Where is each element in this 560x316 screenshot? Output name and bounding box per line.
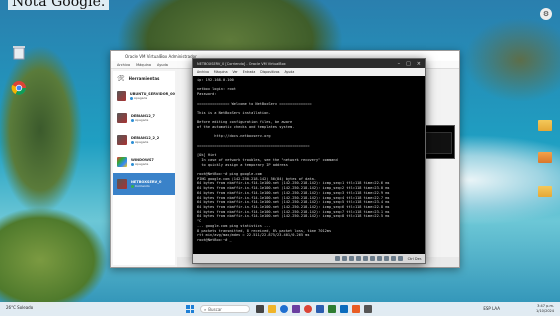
vm-state: Corriendo: [131, 184, 161, 188]
app-taskbar-icon[interactable]: [364, 305, 372, 313]
virtualbox-taskbar-icon[interactable]: [316, 305, 324, 313]
start-button-icon[interactable]: [186, 305, 194, 313]
chrome-icon[interactable]: [8, 78, 30, 98]
menu-item-entrada[interactable]: Entrada: [243, 70, 256, 74]
mouse-integration-icon[interactable]: [390, 256, 396, 261]
vm-list-item[interactable]: DEBIAN12_2_2 Apagada: [113, 129, 175, 151]
os-icon: [117, 91, 126, 101]
terminal-output[interactable]: ip: 192.168.0.100 netbox login: root Pas…: [193, 76, 425, 254]
menu-item-maquina[interactable]: Máquina: [136, 63, 151, 67]
vm-list-sidebar: 🛠 Herramientas UBUNTU_SERVIDOR_00 Apagad…: [113, 71, 175, 265]
search-placeholder: Buscar: [208, 306, 222, 312]
recording-icon[interactable]: [383, 256, 389, 261]
menu-item-archivo[interactable]: Archivo: [117, 63, 130, 67]
window-title: Oracle VM VirtualBox Administrador: [125, 53, 197, 59]
usb-icon[interactable]: [362, 256, 368, 261]
audio-icon[interactable]: [348, 256, 354, 261]
vm-list-item[interactable]: WINDOWS7 Apagada: [113, 151, 175, 173]
menu-item-ayuda[interactable]: Ayuda: [284, 70, 294, 74]
os-icon: [117, 157, 127, 167]
vm-statusbar: Ctrl Der.: [193, 254, 425, 263]
vm-list-item[interactable]: DEBIAN12_7 Apagada: [113, 107, 175, 129]
app-taskbar-icon[interactable]: [340, 305, 348, 313]
window-titlebar[interactable]: NETBOXSERV_0 [Corriendo] - Oracle VM Vir…: [193, 59, 425, 68]
search-icon: ⌕: [204, 306, 207, 312]
menubar: Archivo Máquina Ver Entrada Dispositivos…: [193, 68, 425, 76]
menu-item-dispositivos[interactable]: Dispositivos: [260, 70, 279, 74]
system-clock[interactable]: 3:47 p.m. 1/10/2024: [536, 304, 554, 314]
weather-widget[interactable]: 26°C Soleado: [6, 305, 33, 310]
recycle-bin-icon[interactable]: [8, 42, 30, 62]
tools-label: Herramientas: [128, 75, 160, 81]
app-taskbar-icon[interactable]: [328, 305, 336, 313]
optical-drive-icon[interactable]: [341, 256, 347, 261]
shared-folders-icon[interactable]: [369, 256, 375, 261]
close-icon[interactable]: ×: [417, 61, 421, 67]
vm-state: Apagada: [129, 96, 175, 100]
folder-icon[interactable]: [538, 186, 552, 197]
running-icon: [131, 184, 134, 188]
clock-date: 1/10/2024: [536, 309, 554, 313]
state-icon: [131, 162, 134, 166]
keyboard-icon[interactable]: [397, 256, 403, 261]
state-icon: [131, 140, 134, 144]
os-icon: [117, 113, 127, 123]
menu-item-ver[interactable]: Ver: [233, 70, 238, 74]
tools-item[interactable]: 🛠 Herramientas: [113, 71, 175, 85]
maximize-icon[interactable]: □: [406, 61, 411, 67]
task-view-icon[interactable]: [256, 305, 264, 313]
state-icon: [131, 118, 134, 122]
vm-list-item-selected[interactable]: NETBOXSERV_0 Corriendo: [113, 173, 175, 195]
menu-item-maquina[interactable]: Máquina: [214, 70, 228, 74]
folder-icon[interactable]: [538, 152, 552, 163]
app-taskbar-icon[interactable]: [352, 305, 360, 313]
os-icon: [117, 179, 127, 189]
host-key-label: Ctrl Der.: [407, 256, 422, 261]
vm-console-window[interactable]: NETBOXSERV_0 [Corriendo] - Oracle VM Vir…: [192, 58, 426, 264]
language-indicator[interactable]: ESP LAA: [483, 306, 500, 311]
store-icon[interactable]: [292, 305, 300, 313]
network-icon[interactable]: [355, 256, 361, 261]
vm-state: Apagada: [131, 140, 159, 144]
menu-item-archivo[interactable]: Archivo: [197, 70, 209, 74]
state-icon: [129, 96, 133, 100]
taskbar: 26°C Soleado ⌕ Buscar ESP LAA 3:47 p.m. …: [0, 302, 560, 316]
hdd-icon[interactable]: [334, 256, 340, 261]
folder-icon[interactable]: [538, 120, 552, 131]
window-title: NETBOXSERV_0 [Corriendo] - Oracle VM Vir…: [197, 61, 286, 66]
page-header-text: Nota Google.: [8, 0, 110, 10]
vm-state: Apagada: [131, 162, 154, 166]
file-explorer-icon[interactable]: [268, 305, 276, 313]
vm-state: Apagada: [131, 118, 155, 122]
minimize-icon[interactable]: –: [398, 61, 401, 67]
settings-gear-icon[interactable]: ⚙: [540, 8, 552, 20]
chrome-taskbar-icon[interactable]: [304, 305, 312, 313]
menu-item-ayuda[interactable]: Ayuda: [157, 63, 168, 67]
display-icon[interactable]: [376, 256, 382, 261]
vm-list-item[interactable]: UBUNTU_SERVIDOR_00 Apagada: [113, 85, 175, 107]
tools-icon: 🛠: [117, 74, 125, 82]
edge-icon[interactable]: [280, 305, 288, 313]
taskbar-search[interactable]: ⌕ Buscar: [200, 305, 250, 313]
os-icon: [117, 135, 127, 145]
